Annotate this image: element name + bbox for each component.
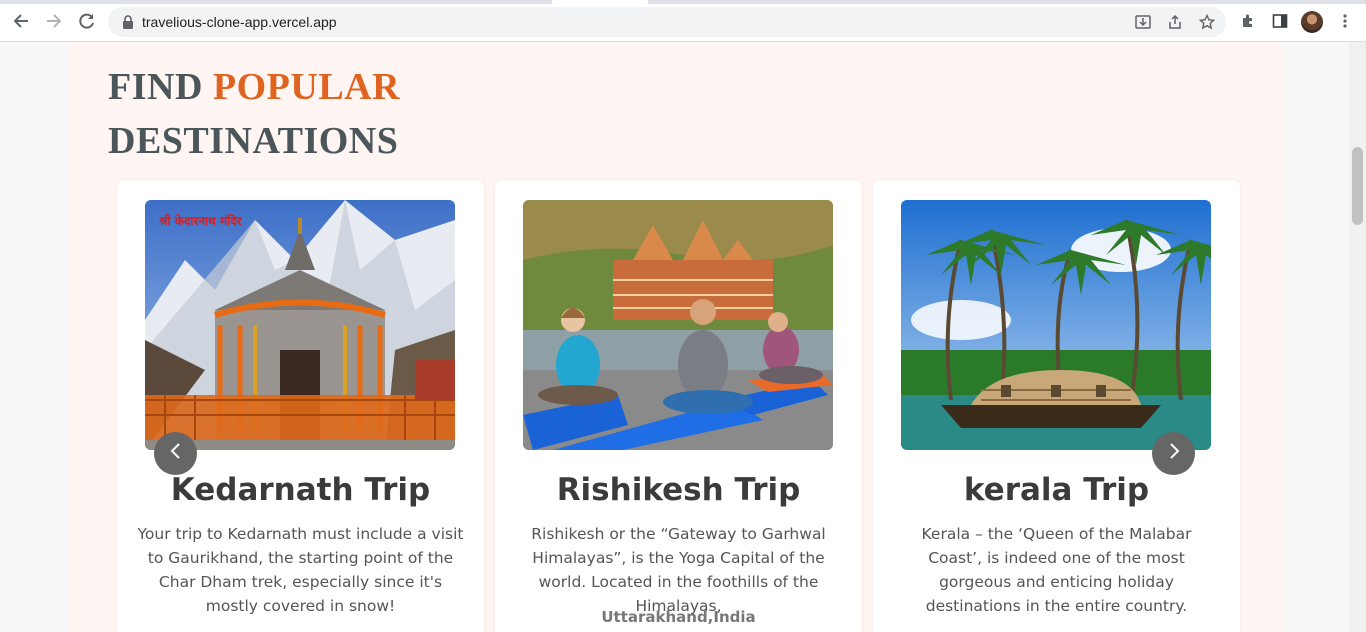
kerala-photo — [901, 200, 1211, 450]
chevron-right-icon — [1167, 441, 1181, 466]
card-description: Rishikesh or the “Gateway to Garhwal Him… — [531, 525, 826, 615]
star-icon[interactable] — [1198, 13, 1216, 31]
card-location: Uttarakhand,India — [601, 608, 756, 626]
share-icon[interactable] — [1166, 13, 1184, 31]
reload-icon[interactable] — [76, 10, 98, 32]
carousel-prev-button[interactable] — [154, 432, 197, 475]
card-description: Kerala – the ‘Queen of the Malabar Coast… — [921, 525, 1192, 615]
destination-card-rishikesh[interactable]: Rishikesh Trip Rishikesh or the “Gateway… — [495, 180, 862, 632]
chevron-left-icon — [169, 441, 183, 466]
destination-card-kedarnath[interactable]: श्री केदारनाथ मंदिर Kedarnath Trip Your … — [117, 180, 484, 632]
active-tab[interactable] — [552, 0, 648, 4]
heading-accent: POPULAR — [212, 66, 401, 108]
back-icon[interactable] — [10, 10, 32, 32]
side-panel-icon[interactable] — [1270, 11, 1290, 31]
install-icon[interactable] — [1134, 13, 1152, 31]
address-bar[interactable]: travelious-clone-app.vercel.app — [108, 7, 1226, 37]
forward-icon[interactable] — [43, 10, 65, 32]
heading-line-2: DESTINATIONS — [108, 120, 399, 162]
rishikesh-photo — [523, 200, 833, 450]
carousel-next-button[interactable] — [1152, 432, 1195, 475]
section-heading: FIND POPULAR DESTINATIONS — [108, 60, 400, 168]
lock-icon[interactable] — [122, 15, 134, 34]
destination-card-kerala[interactable]: kerala Trip Kerala – the ‘Queen of the M… — [873, 180, 1240, 632]
card-description: Your trip to Kedarnath must include a vi… — [137, 525, 464, 615]
card-title: Kedarnath Trip — [170, 472, 431, 508]
avatar[interactable] — [1301, 11, 1323, 33]
tab-strip — [0, 0, 1366, 4]
scrollbar-thumb[interactable] — [1352, 147, 1363, 225]
menu-icon[interactable] — [1335, 11, 1355, 31]
heading-word: FIND — [108, 66, 203, 108]
scrollbar[interactable] — [1349, 42, 1366, 632]
card-title: Rishikesh Trip — [556, 472, 801, 508]
browser-toolbar: travelious-clone-app.vercel.app — [0, 0, 1366, 42]
extensions-icon[interactable] — [1238, 11, 1258, 31]
kedarnath-photo: श्री केदारनाथ मंदिर — [145, 200, 455, 450]
card-title: kerala Trip — [963, 472, 1150, 508]
url-text[interactable]: travelious-clone-app.vercel.app — [142, 14, 337, 30]
photo-caption: श्री केदारनाथ मंदिर — [159, 214, 242, 228]
